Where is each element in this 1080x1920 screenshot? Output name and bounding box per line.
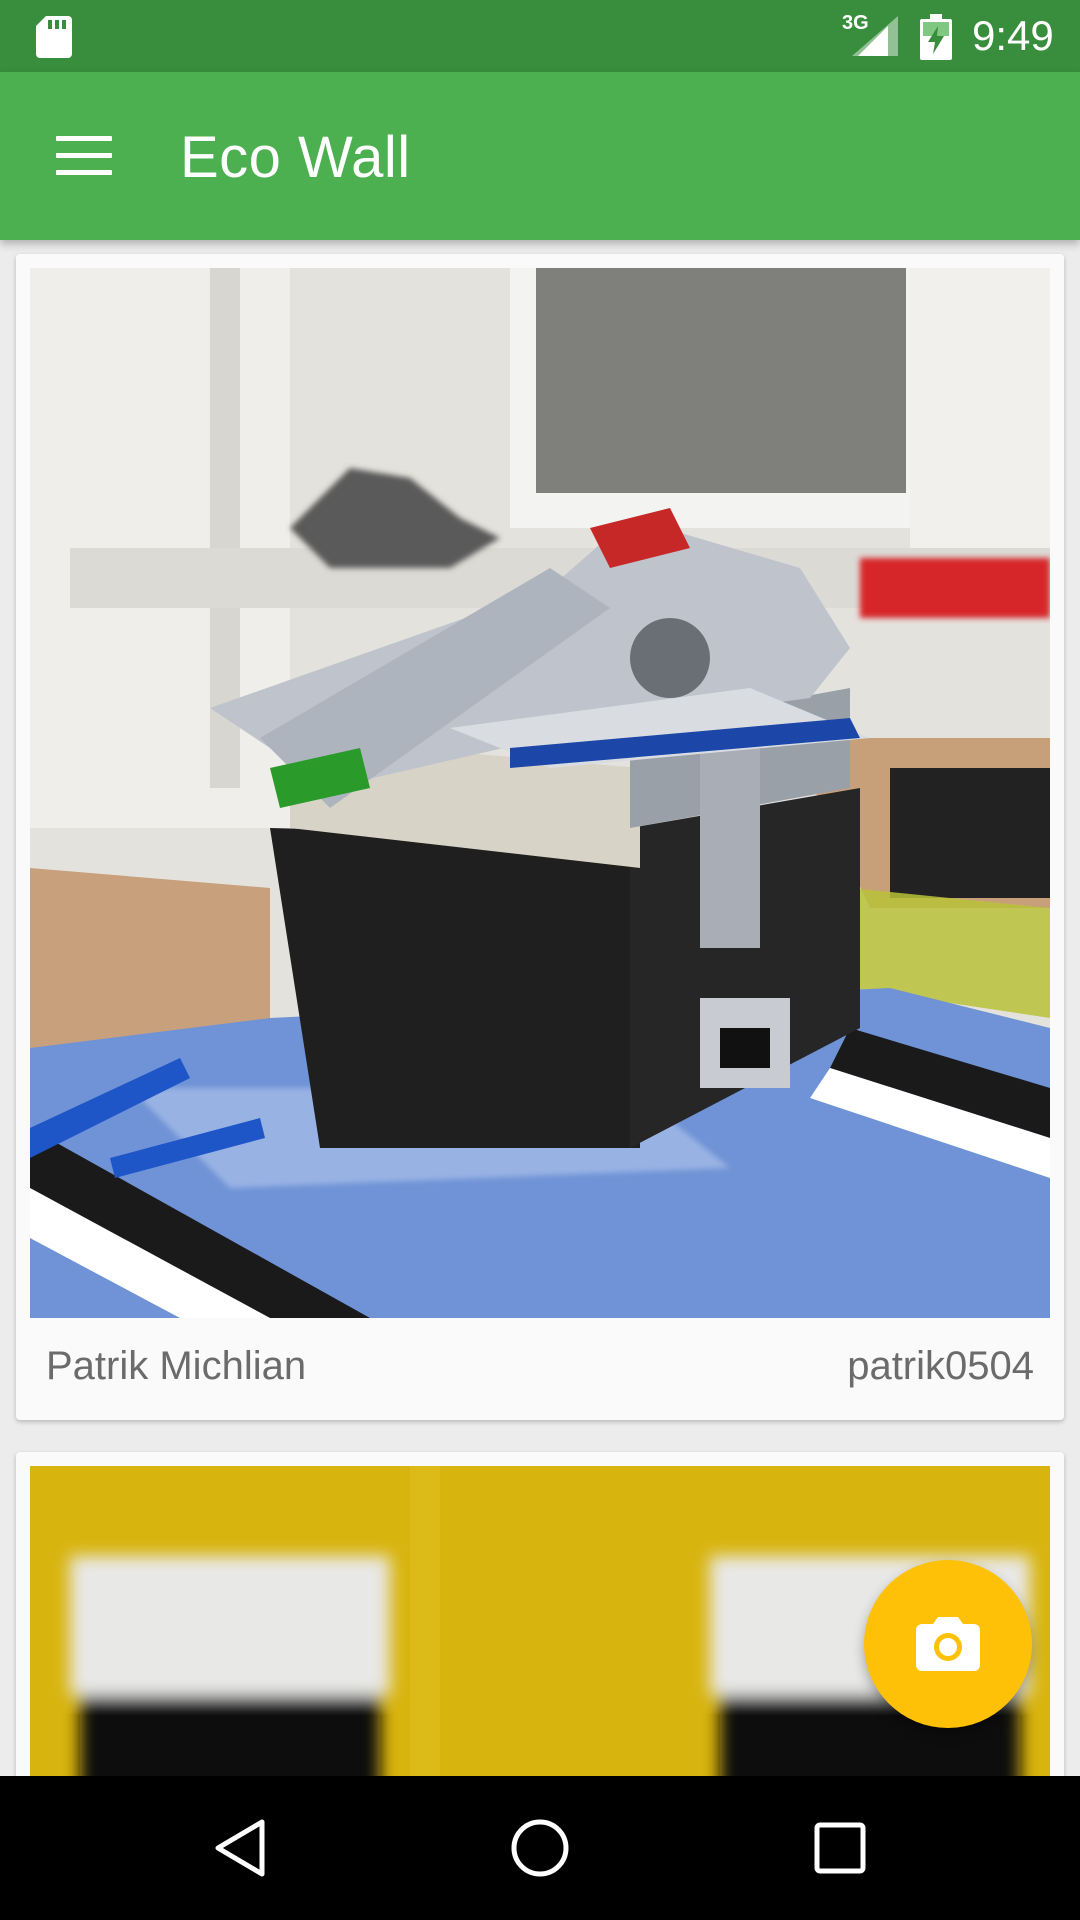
photo-feed[interactable]: Patrik Michlian patrik0504 — [0, 240, 1080, 1776]
menu-button[interactable] — [40, 116, 128, 196]
camera-icon — [916, 1617, 980, 1671]
recents-icon — [814, 1822, 866, 1874]
hamburger-menu-icon — [56, 136, 112, 176]
clock: 9:49 — [972, 12, 1054, 59]
camera-fab-button[interactable] — [864, 1560, 1032, 1728]
app-bar: Eco Wall — [0, 72, 1080, 240]
recents-button[interactable] — [780, 1800, 900, 1896]
post-username: patrik0504 — [847, 1344, 1034, 1388]
back-button[interactable] — [180, 1800, 300, 1896]
robot-photo-illustration — [30, 268, 1050, 1318]
signal-icon — [852, 16, 898, 56]
post-photo[interactable] — [30, 268, 1050, 1318]
app-title: Eco Wall — [180, 125, 411, 190]
home-button[interactable] — [480, 1800, 600, 1896]
battery-charging-icon — [920, 14, 952, 60]
back-icon — [215, 1819, 265, 1877]
home-icon — [511, 1819, 569, 1877]
system-navigation-bar — [0, 1776, 1080, 1920]
post-author-name: Patrik Michlian — [46, 1344, 307, 1388]
post-card[interactable]: Patrik Michlian patrik0504 — [16, 254, 1064, 1420]
sd-card-icon — [36, 16, 72, 58]
status-bar: 3G 9:49 — [0, 0, 1080, 72]
